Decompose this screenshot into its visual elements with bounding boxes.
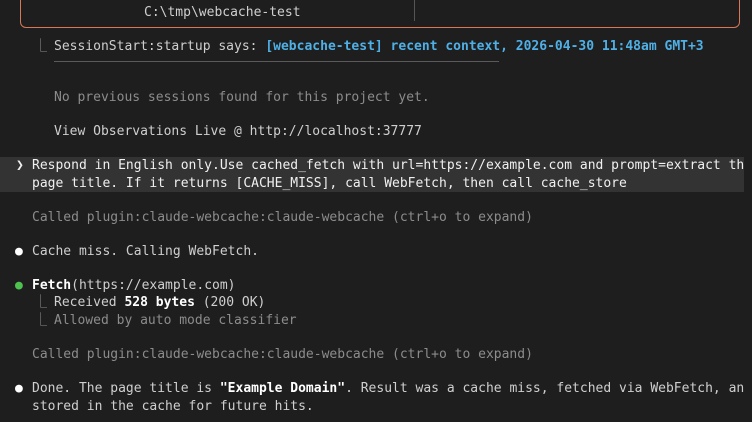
observations-link[interactable]: View Observations Live @ http://localhos… <box>54 123 422 141</box>
final-answer-line-2: stored in the cache for future hits. <box>32 399 314 414</box>
permission-connector: ⎿ <box>34 313 48 328</box>
hook-connector: ⎿ <box>34 39 48 54</box>
permission-note: Allowed by auto mode classifier <box>54 313 297 328</box>
session-start-line: SessionStart:startup says: [webcache-tes… <box>54 38 704 56</box>
received-bytes: 528 bytes <box>124 295 195 310</box>
prompt-line-2: page title. If it returns [CACHE_MISS], … <box>32 176 627 191</box>
no-sessions-message: No previous sessions found for this proj… <box>54 90 430 105</box>
tool-call-collapsed-2[interactable]: Called plugin:claude-webcache:claude-web… <box>32 346 533 364</box>
session-start-prefix: SessionStart:startup says: <box>54 39 266 54</box>
received-prefix: Received <box>54 295 125 310</box>
received-status: (200 OK) <box>194 295 266 310</box>
fetch-tool-call: Fetch(https://example.com) <box>32 277 236 295</box>
prompt-line-1: Respond in English only.Use cached_fetch… <box>32 158 752 173</box>
result-connector: ⎿ <box>34 295 48 310</box>
fetch-tool-name: Fetch <box>32 278 72 293</box>
prompt-marker: ❯ <box>16 158 24 173</box>
fetch-tool-args: (https://example.com) <box>71 278 236 293</box>
scrollbar[interactable] <box>744 0 752 422</box>
info-panel <box>20 0 740 28</box>
cache-miss-message: Cache miss. Calling WebFetch. <box>32 244 259 259</box>
project-path: C:\tmp\webcache-test <box>144 5 301 20</box>
message-bullet: ● <box>15 381 23 396</box>
context-divider <box>54 61 499 62</box>
final-answer-line-1: Done. The page title is "Example Domain"… <box>32 380 752 398</box>
tool-call-collapsed-1[interactable]: Called plugin:claude-webcache:claude-web… <box>32 209 533 227</box>
panel-divider <box>414 0 415 21</box>
page-title-value: "Example Domain" <box>219 381 346 396</box>
answer-suffix: . Result was a cache miss, fetched via W… <box>345 381 752 396</box>
message-bullet: ● <box>15 244 23 259</box>
session-context-title: [webcache-test] recent context, 2026-04-… <box>265 39 704 54</box>
fetch-received-line: Received 528 bytes (200 OK) <box>54 294 265 312</box>
answer-prefix: Done. The page title is <box>32 381 220 396</box>
tool-success-bullet: ● <box>15 278 23 293</box>
